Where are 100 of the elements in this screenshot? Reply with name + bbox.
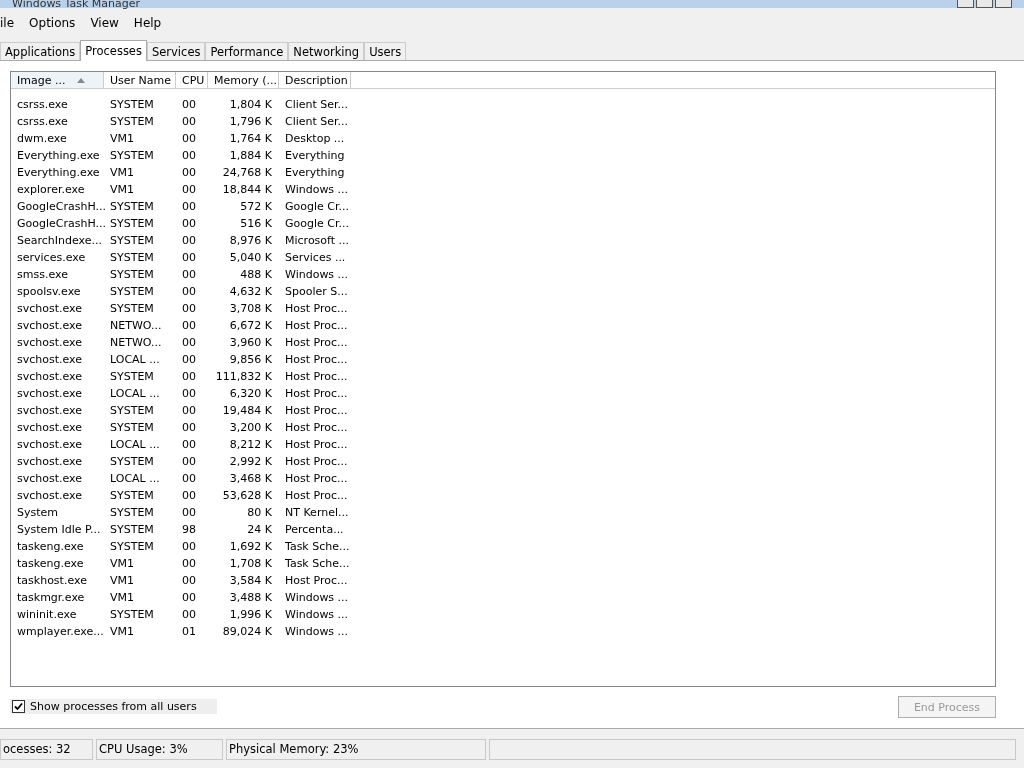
table-cell-text: SYSTEM	[109, 404, 155, 417]
tab[interactable]: Performance	[205, 42, 289, 60]
column-header[interactable]: User Name	[104, 72, 176, 89]
table-cell-text: Host Proc...	[284, 438, 349, 451]
table-cell-text: Everything	[284, 149, 346, 162]
table-cell-text: 1,764 K	[228, 132, 273, 145]
table-cell-text: SYSTEM	[109, 115, 155, 128]
table-cell-text: SYSTEM	[109, 608, 155, 621]
table-cell-text: taskeng.exe	[16, 540, 85, 553]
table-cell-text: Host Proc...	[284, 404, 349, 417]
status-text: Physical Memory: 23%	[226, 739, 486, 760]
table-cell-text: services.exe	[16, 251, 87, 264]
table-cell-text: SYSTEM	[109, 98, 155, 111]
table-cell-text: svchost.exe	[16, 472, 84, 485]
table-cell-text: 53,628 K	[221, 489, 273, 502]
status-text: ocesses: 32	[0, 739, 93, 760]
table-cell-text: 00	[181, 591, 197, 604]
show-all-users-checkbox[interactable]: Show processes from all users	[10, 698, 217, 714]
table-cell-text: VM1	[109, 166, 135, 179]
table-cell-text: 00	[181, 98, 197, 111]
column-header[interactable]: CPU	[176, 72, 208, 89]
column-header[interactable]: Description	[279, 72, 351, 89]
table-cell-text: VM1	[109, 557, 135, 570]
table-cell-text: Percenta...	[284, 523, 345, 536]
table-cell-text: VM1	[109, 183, 135, 196]
table-cell-text: 00	[181, 251, 197, 264]
table-cell-text: 1,996 K	[228, 608, 273, 621]
table-cell-text: 80 K	[246, 506, 273, 519]
table-cell-text: 19,484 K	[221, 404, 273, 417]
table-cell-text: 00	[181, 387, 197, 400]
table-cell-text: 24,768 K	[221, 166, 273, 179]
table-cell-text: 00	[181, 455, 197, 468]
table-cell-text: 00	[181, 370, 197, 383]
minimize-button[interactable]	[957, 0, 974, 8]
table-cell-text: SYSTEM	[109, 251, 155, 264]
table-cell-text: 00	[181, 472, 197, 485]
table-cell-text: 00	[181, 489, 197, 502]
table-cell-text: csrss.exe	[16, 115, 69, 128]
table-cell-text: Spooler S...	[284, 285, 349, 298]
table-cell-text: SYSTEM	[109, 302, 155, 315]
table-cell-text: 3,200 K	[228, 421, 273, 434]
menu-item[interactable]: View	[90, 15, 128, 30]
table-cell-text: 00	[181, 438, 197, 451]
tab[interactable]: Networking	[288, 42, 365, 60]
table-cell-text: 00	[181, 421, 197, 434]
table-cell-text: Host Proc...	[284, 302, 349, 315]
maximize-button[interactable]	[976, 0, 993, 8]
tab[interactable]: Services	[146, 42, 206, 60]
checkbox-label: Show processes from all users	[30, 699, 197, 713]
table-cell-text: SYSTEM	[109, 149, 155, 162]
table-cell-text: LOCAL ...	[109, 387, 161, 400]
table-cell-text: Client Ser...	[284, 115, 350, 128]
table-cell-text: VM1	[109, 591, 135, 604]
tab[interactable]: Users	[364, 42, 407, 60]
table-cell-text: GoogleCrashH...	[16, 217, 104, 230]
table-cell-text: 00	[181, 183, 197, 196]
table-cell-text: 8,212 K	[228, 438, 273, 451]
table-cell-text: NETWO...	[109, 336, 163, 349]
table-cell-text: Host Proc...	[284, 421, 349, 434]
table-cell-text: Google Cr...	[284, 217, 350, 230]
table-cell-text: Windows ...	[284, 608, 350, 621]
column-header[interactable]: Image ...	[11, 72, 104, 89]
table-cell-text: explorer.exe	[16, 183, 86, 196]
table-cell-text: 00	[181, 404, 197, 417]
checkbox[interactable]	[12, 699, 25, 713]
table-cell-text: Everything	[284, 166, 346, 179]
table-cell-text: 00	[181, 115, 197, 128]
table-cell-text: svchost.exe	[16, 489, 84, 502]
table-cell-text: SYSTEM	[109, 268, 155, 281]
table-cell-text: 3,488 K	[228, 591, 273, 604]
table-cell-text: SYSTEM	[109, 234, 155, 247]
menu-item[interactable]: Help	[133, 15, 171, 30]
table-cell-text: 4,632 K	[228, 285, 273, 298]
tab[interactable]: Applications	[0, 42, 81, 60]
table-cell-text: 111,832 K	[214, 370, 273, 383]
table-cell-text: SYSTEM	[109, 200, 155, 213]
table-cell-text: 98	[181, 523, 197, 536]
table-cell-text: Everything.exe	[16, 166, 101, 179]
table-cell-text: taskeng.exe	[16, 557, 85, 570]
table-cell-text: LOCAL ...	[109, 353, 161, 366]
menu-item[interactable]: ile	[0, 15, 24, 30]
table-cell-text: 00	[181, 166, 197, 179]
table-cell-text: 18,844 K	[221, 183, 273, 196]
table-cell-text: Host Proc...	[284, 319, 349, 332]
table-cell-text: 00	[181, 336, 197, 349]
table-cell-text: Services ...	[284, 251, 347, 264]
close-button[interactable]	[995, 0, 1012, 8]
table-cell-text: svchost.exe	[16, 455, 84, 468]
column-header[interactable]: Memory (...	[208, 72, 279, 89]
table-cell-text: taskmgr.exe	[16, 591, 86, 604]
table-cell-text: 3,960 K	[228, 336, 273, 349]
table-cell-text: 5,040 K	[228, 251, 273, 264]
menu-item[interactable]: Options	[29, 15, 85, 30]
table-cell-text: wininit.exe	[16, 608, 78, 621]
tab[interactable]: Processes	[80, 40, 147, 61]
table-cell-text: 24 K	[246, 523, 273, 536]
table-cell-text: 1,884 K	[228, 149, 273, 162]
table-cell-text: SYSTEM	[109, 285, 155, 298]
table-cell-text: Microsoft ...	[284, 234, 351, 247]
table-cell-text: 00	[181, 506, 197, 519]
